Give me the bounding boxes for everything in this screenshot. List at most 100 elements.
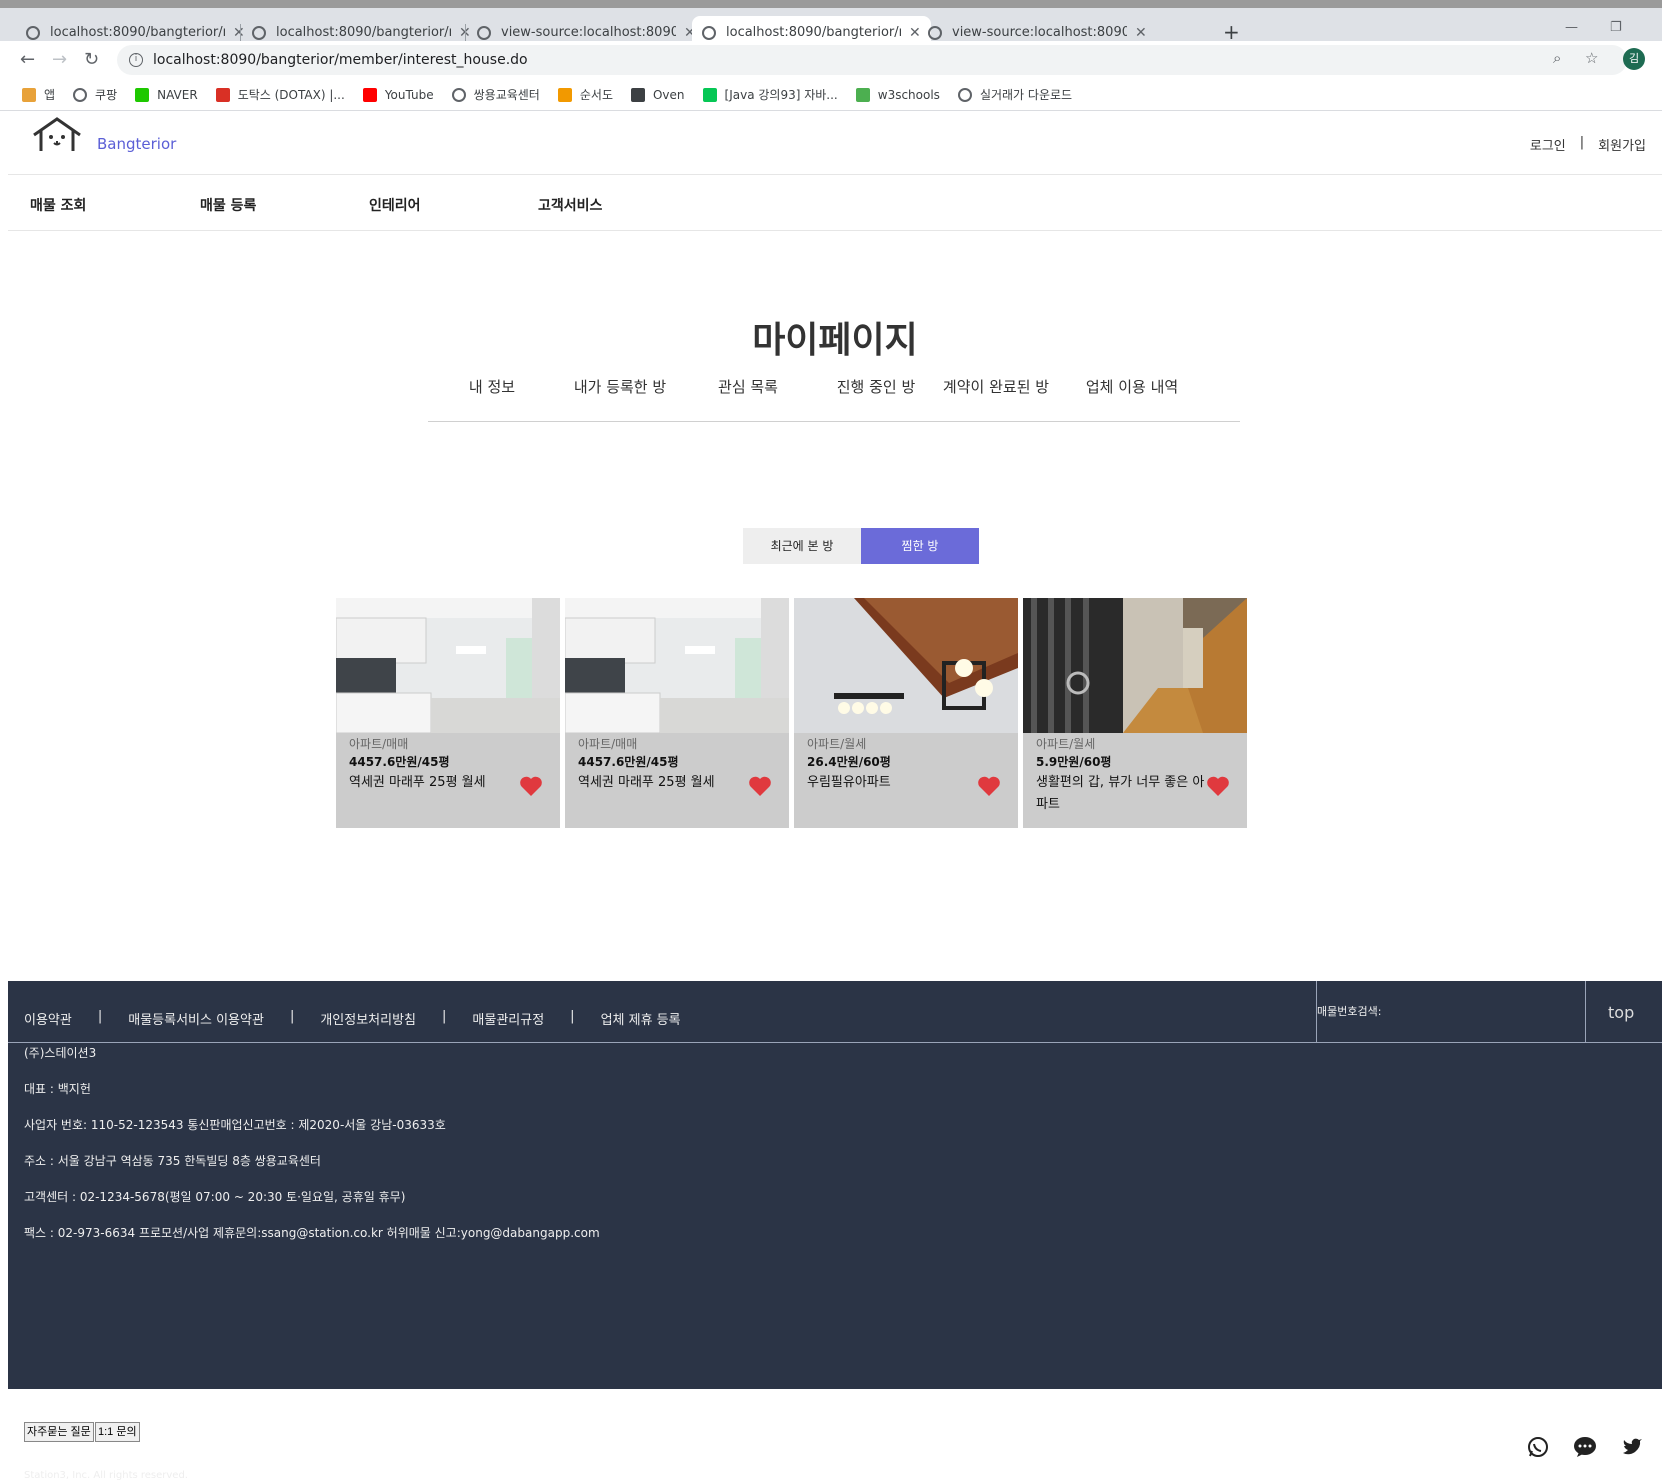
property-category: 아파트/월세 (807, 737, 867, 751)
naver-icon (135, 87, 150, 102)
restore-icon[interactable]: ❐ (1610, 20, 1622, 35)
tab-title: view-source:localhost:8090/bang (501, 25, 676, 40)
bookmark-label: 순서도 (579, 88, 613, 102)
tab-completed[interactable]: 계약이 완료된 방 (940, 376, 1052, 397)
nav-item-interior[interactable]: 인테리어 (369, 195, 421, 215)
footer-link-partnership[interactable]: 업체 제휴 등록 (601, 1009, 681, 1028)
footer-separator: | (442, 1009, 447, 1024)
bookmark-item[interactable]: Oven (630, 87, 685, 102)
tab-title: localhost:8090/bangterior/memb (276, 25, 451, 40)
twitter-icon[interactable] (1615, 1430, 1649, 1464)
globe-icon (702, 25, 716, 40)
reload-icon[interactable]: ↻ (84, 49, 99, 70)
star-icon[interactable]: ☆ (1585, 49, 1598, 67)
bookmark-item[interactable]: 도탁스 (DOTAX) |... (215, 86, 345, 103)
bookmark-item[interactable]: 앱 (22, 86, 55, 103)
tab-interest-list[interactable]: 관심 목록 (684, 376, 812, 397)
property-card[interactable]: 아파트/매매 4457.6만원/45평 역세권 마래푸 25평 월세 (336, 598, 560, 828)
house-dog-logo-icon[interactable] (30, 113, 84, 161)
brand-name[interactable]: Bangterior (97, 135, 176, 153)
heart-icon[interactable] (748, 775, 772, 797)
property-photo[interactable] (565, 598, 789, 733)
whatsapp-icon[interactable] (1521, 1430, 1555, 1464)
heart-icon[interactable] (977, 775, 1001, 797)
bookmark-item[interactable]: 실거래가 다운로드 (957, 86, 1073, 103)
recent-rooms-button[interactable]: 최근에 본 방 (743, 528, 861, 564)
inquiry-button[interactable]: 1:1 문의 (95, 1422, 140, 1442)
tab-title: localhost:8090/bangterior/memb (726, 25, 901, 40)
bookmark-label: 도탁스 (DOTAX) |... (237, 88, 345, 102)
scroll-top-link[interactable]: top (1608, 1003, 1634, 1022)
bookmark-item[interactable]: NAVER (135, 87, 198, 102)
forward-arrow-icon[interactable]: → (52, 49, 67, 70)
company-address: 주소 : 서울 강남구 역삼동 735 한독빌딩 8층 쌍용교육센터 (24, 1154, 321, 1168)
browser-tab-strip: localhost:8090/bangterior/memb ✕ localho… (0, 0, 1662, 49)
tab-my-rooms[interactable]: 내가 등록한 방 (556, 376, 684, 397)
nav-item-customer-service[interactable]: 고객서비스 (538, 195, 602, 215)
footer-link-privacy[interactable]: 개인정보처리방침 (320, 1009, 416, 1028)
property-title[interactable]: 우림필유아파트 (807, 772, 977, 794)
globe-icon (26, 25, 40, 40)
property-title[interactable]: 역세권 마래푸 25평 월세 (349, 772, 519, 794)
bookmark-item[interactable]: w3schools (855, 87, 940, 102)
property-photo[interactable] (794, 598, 1018, 733)
line-icon (702, 87, 717, 102)
business-number: 사업자 번호: 110-52-123543 통신판매업신고번호 : 제2020-… (24, 1118, 446, 1132)
site-footer: 이용약관 | 매물등록서비스 이용약관 | 개인정보처리방침 | 매물관리규정 … (8, 981, 1662, 1481)
bookmark-label: 실거래가 다운로드 (979, 88, 1073, 102)
property-photo[interactable] (1023, 598, 1247, 733)
bookmark-label: w3schools (877, 87, 940, 102)
faq-button[interactable]: 자주묻는 질문 (24, 1422, 94, 1442)
info-icon[interactable]: i (129, 53, 143, 67)
bookmark-item[interactable]: 쌍용교육센터 (451, 86, 540, 103)
address-bar[interactable]: i localhost:8090/bangterior/member/inter… (117, 45, 1627, 75)
sms-icon[interactable] (1568, 1430, 1602, 1464)
globe-icon (451, 87, 466, 102)
heart-icon[interactable] (1206, 775, 1230, 797)
globe-icon (957, 87, 972, 102)
login-link[interactable]: 로그인 (1530, 135, 1566, 154)
close-icon[interactable]: ✕ (1135, 25, 1147, 41)
property-card[interactable]: 아파트/월세 5.9만원/60평 생활편의 갑, 뷰가 너무 좋은 아파트 (1023, 598, 1247, 828)
bookmark-item[interactable]: YouTube (362, 87, 434, 102)
nav-item-register[interactable]: 매물 등록 (200, 195, 256, 215)
site-header: Bangterior 로그인 | 회원가입 (8, 111, 1662, 175)
minimize-icon[interactable]: — (1565, 20, 1578, 35)
tab-separator (465, 24, 466, 42)
bookmark-label: NAVER (157, 87, 198, 102)
apps-grid-icon (22, 87, 36, 102)
nav-item-listings[interactable]: 매물 조회 (30, 195, 86, 215)
property-card[interactable]: 아파트/매매 4457.6만원/45평 역세권 마래푸 25평 월세 (565, 598, 789, 828)
property-title[interactable]: 생활편의 갑, 뷰가 너무 좋은 아파트 (1036, 772, 1206, 816)
web-page: Bangterior 로그인 | 회원가입 매물 조회 매물 등록 인테리어 고… (8, 111, 1662, 1481)
back-arrow-icon[interactable]: ← (20, 49, 35, 70)
customer-center: 고객센터 : 02-1234-5678(평일 07:00 ~ 20:30 토·일… (24, 1190, 406, 1204)
footer-divider (8, 1042, 1662, 1043)
footer-link-listing-rules[interactable]: 매물관리규정 (472, 1009, 544, 1028)
liked-rooms-button[interactable]: 찜한 방 (861, 528, 979, 564)
heart-icon[interactable] (519, 775, 543, 797)
property-title[interactable]: 역세권 마래푸 25평 월세 (578, 772, 748, 794)
auth-separator: | (1579, 135, 1585, 150)
tab-title: view-source:localhost:8090/bang (952, 25, 1127, 40)
globe-icon (477, 25, 491, 40)
zoom-icon[interactable]: ⌕ (1553, 49, 1561, 67)
property-card[interactable]: 아파트/월세 26.4만원/60평 우림필유아파트 (794, 598, 1018, 828)
globe-icon (252, 25, 266, 40)
page-title: 마이페이지 (752, 320, 918, 361)
footer-link-listing-terms[interactable]: 매물등록서비스 이용약관 (128, 1009, 264, 1028)
w3schools-icon (855, 87, 870, 102)
bookmark-item[interactable]: 순서도 (557, 86, 613, 103)
tab-in-progress[interactable]: 진행 중인 방 (812, 376, 940, 397)
bookmark-item[interactable]: 쿠팡 (73, 86, 117, 103)
footer-link-terms[interactable]: 이용약관 (24, 1009, 72, 1028)
tab-my-info[interactable]: 내 정보 (428, 376, 556, 397)
mypage-tabs: 내 정보 내가 등록한 방 관심 목록 진행 중인 방 계약이 완료된 방 업체… (428, 376, 1240, 422)
bookmark-item[interactable]: [Java 강의93] 자바... (702, 86, 838, 103)
property-photo[interactable] (336, 598, 560, 733)
auth-links: 로그인 | 회원가입 (1530, 135, 1646, 154)
profile-avatar[interactable]: 김 (1623, 48, 1645, 70)
listing-number-search[interactable]: 매물번호검색: (1316, 981, 1586, 1042)
signup-link[interactable]: 회원가입 (1598, 135, 1646, 154)
tab-vendor-history[interactable]: 업체 이용 내역 (1068, 376, 1196, 397)
